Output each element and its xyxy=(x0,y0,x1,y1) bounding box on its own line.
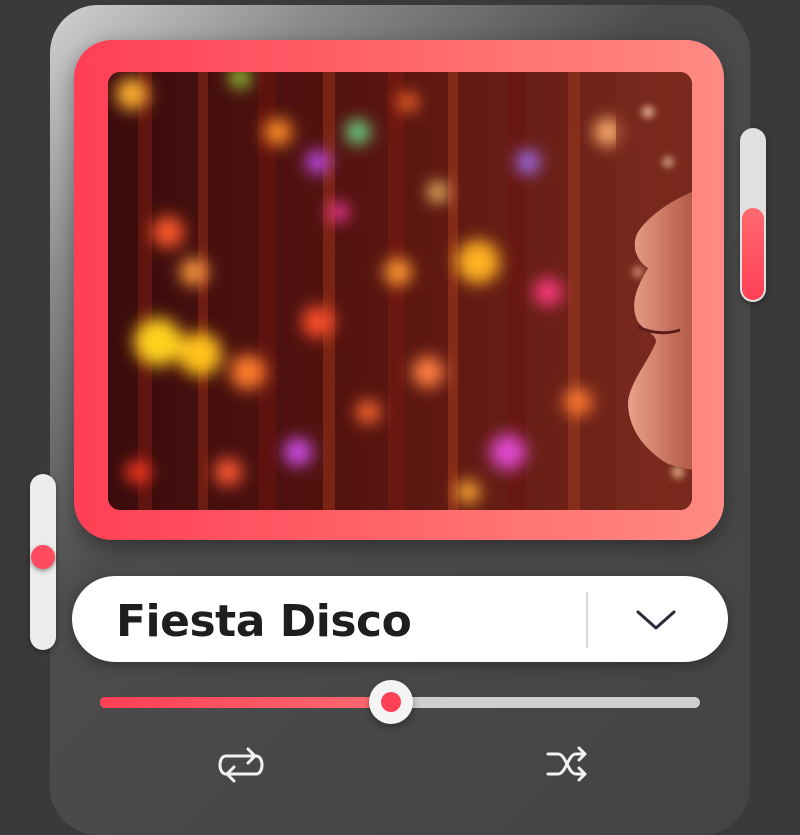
album-art-frame xyxy=(74,40,724,540)
track-select[interactable]: Fiesta Disco xyxy=(72,576,728,662)
progress-bar[interactable] xyxy=(100,680,700,724)
progress-played xyxy=(100,697,391,708)
chevron-down-icon[interactable] xyxy=(632,602,680,638)
volume-slider-right-fill xyxy=(742,208,764,300)
volume-slider-left-knob[interactable] xyxy=(31,544,55,569)
volume-slider-left[interactable] xyxy=(30,474,56,650)
album-art-image xyxy=(108,72,692,510)
divider xyxy=(586,592,588,648)
progress-thumb[interactable] xyxy=(369,680,413,724)
volume-slider-right[interactable] xyxy=(740,128,766,302)
shuffle-icon[interactable] xyxy=(544,744,590,784)
track-title: Fiesta Disco xyxy=(116,596,412,647)
album-art xyxy=(108,72,692,510)
repeat-icon[interactable] xyxy=(214,744,268,784)
